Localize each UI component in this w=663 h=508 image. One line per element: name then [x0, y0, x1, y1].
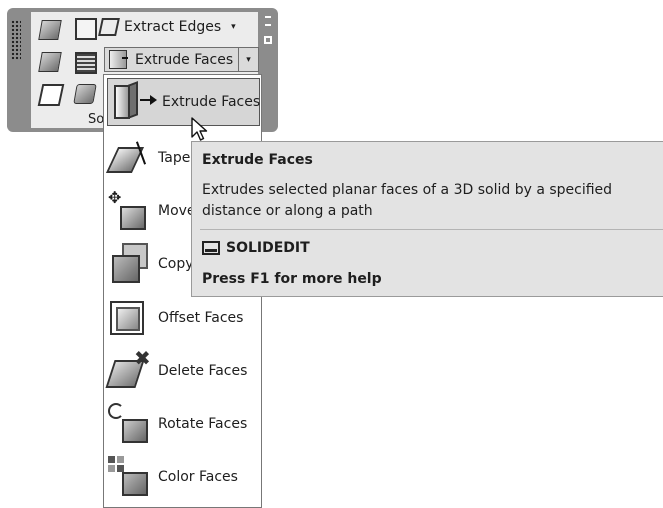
slice-icon[interactable]: [75, 52, 97, 74]
menu-item-rotate-faces[interactable]: Rotate Faces: [104, 401, 261, 447]
panel-pin-icon[interactable]: [261, 14, 275, 54]
extrude-faces-icon: [109, 50, 128, 69]
tooltip-command: SOLIDEDIT: [226, 240, 310, 256]
menu-item-extrude-faces[interactable]: Extrude Faces: [107, 78, 260, 126]
extract-edges-icon: [98, 18, 120, 36]
panel-grip-handle[interactable]: [11, 20, 21, 60]
menu-item-label: Move: [158, 203, 196, 219]
menu-item-delete-faces[interactable]: ✖ Delete Faces: [104, 348, 261, 394]
menu-item-label: Rotate Faces: [158, 416, 248, 432]
menu-item-label: Delete Faces: [158, 363, 248, 379]
delete-faces-icon: ✖: [104, 348, 156, 394]
interfere-icon[interactable]: [75, 18, 97, 40]
extract-edges-label: Extract Edges: [124, 19, 222, 35]
color-faces-icon: [104, 454, 156, 500]
tooltip-command-row: SOLIDEDIT: [202, 240, 310, 256]
menu-item-label: Color Faces: [158, 469, 238, 485]
tooltip-help-text: Press F1 for more help: [202, 271, 382, 287]
rotate-faces-icon: [104, 401, 156, 447]
copy-faces-icon: [104, 241, 156, 287]
taper-faces-icon: [104, 135, 156, 181]
tooltip: Extrude Faces Extrudes selected planar f…: [191, 141, 663, 297]
extrude-faces-button-label: Extrude Faces: [135, 51, 234, 68]
intersect-icon[interactable]: [37, 84, 65, 106]
menu-item-label: Extrude Faces: [162, 94, 261, 110]
menu-item-label: Offset Faces: [158, 310, 244, 326]
tooltip-divider: [200, 229, 663, 230]
union-icon[interactable]: [38, 20, 62, 40]
tooltip-title: Extrude Faces: [202, 152, 313, 168]
subtract-icon[interactable]: [38, 52, 62, 72]
tooltip-description: Extrudes selected planar faces of a 3D s…: [202, 182, 613, 219]
menu-item-offset-faces[interactable]: Offset Faces: [104, 295, 261, 341]
extract-edges-button[interactable]: Extract Edges ▾: [98, 15, 236, 39]
move-faces-icon: ✥: [104, 188, 156, 234]
chevron-down-icon[interactable]: ▾: [231, 22, 236, 32]
chevron-down-icon[interactable]: ▾: [238, 48, 258, 71]
menu-item-label: Tape: [158, 150, 191, 166]
offset-faces-icon: [104, 295, 156, 341]
command-line-icon: [202, 241, 220, 255]
menu-item-label: Copy: [158, 256, 194, 272]
panel-title: So: [88, 112, 105, 127]
mouse-pointer-icon: [191, 117, 208, 141]
thicken-icon[interactable]: [73, 84, 97, 104]
extrude-faces-icon: [108, 79, 160, 125]
extrude-faces-split-button[interactable]: Extrude Faces ▾: [104, 47, 259, 72]
menu-item-color-faces[interactable]: Color Faces: [104, 454, 261, 500]
